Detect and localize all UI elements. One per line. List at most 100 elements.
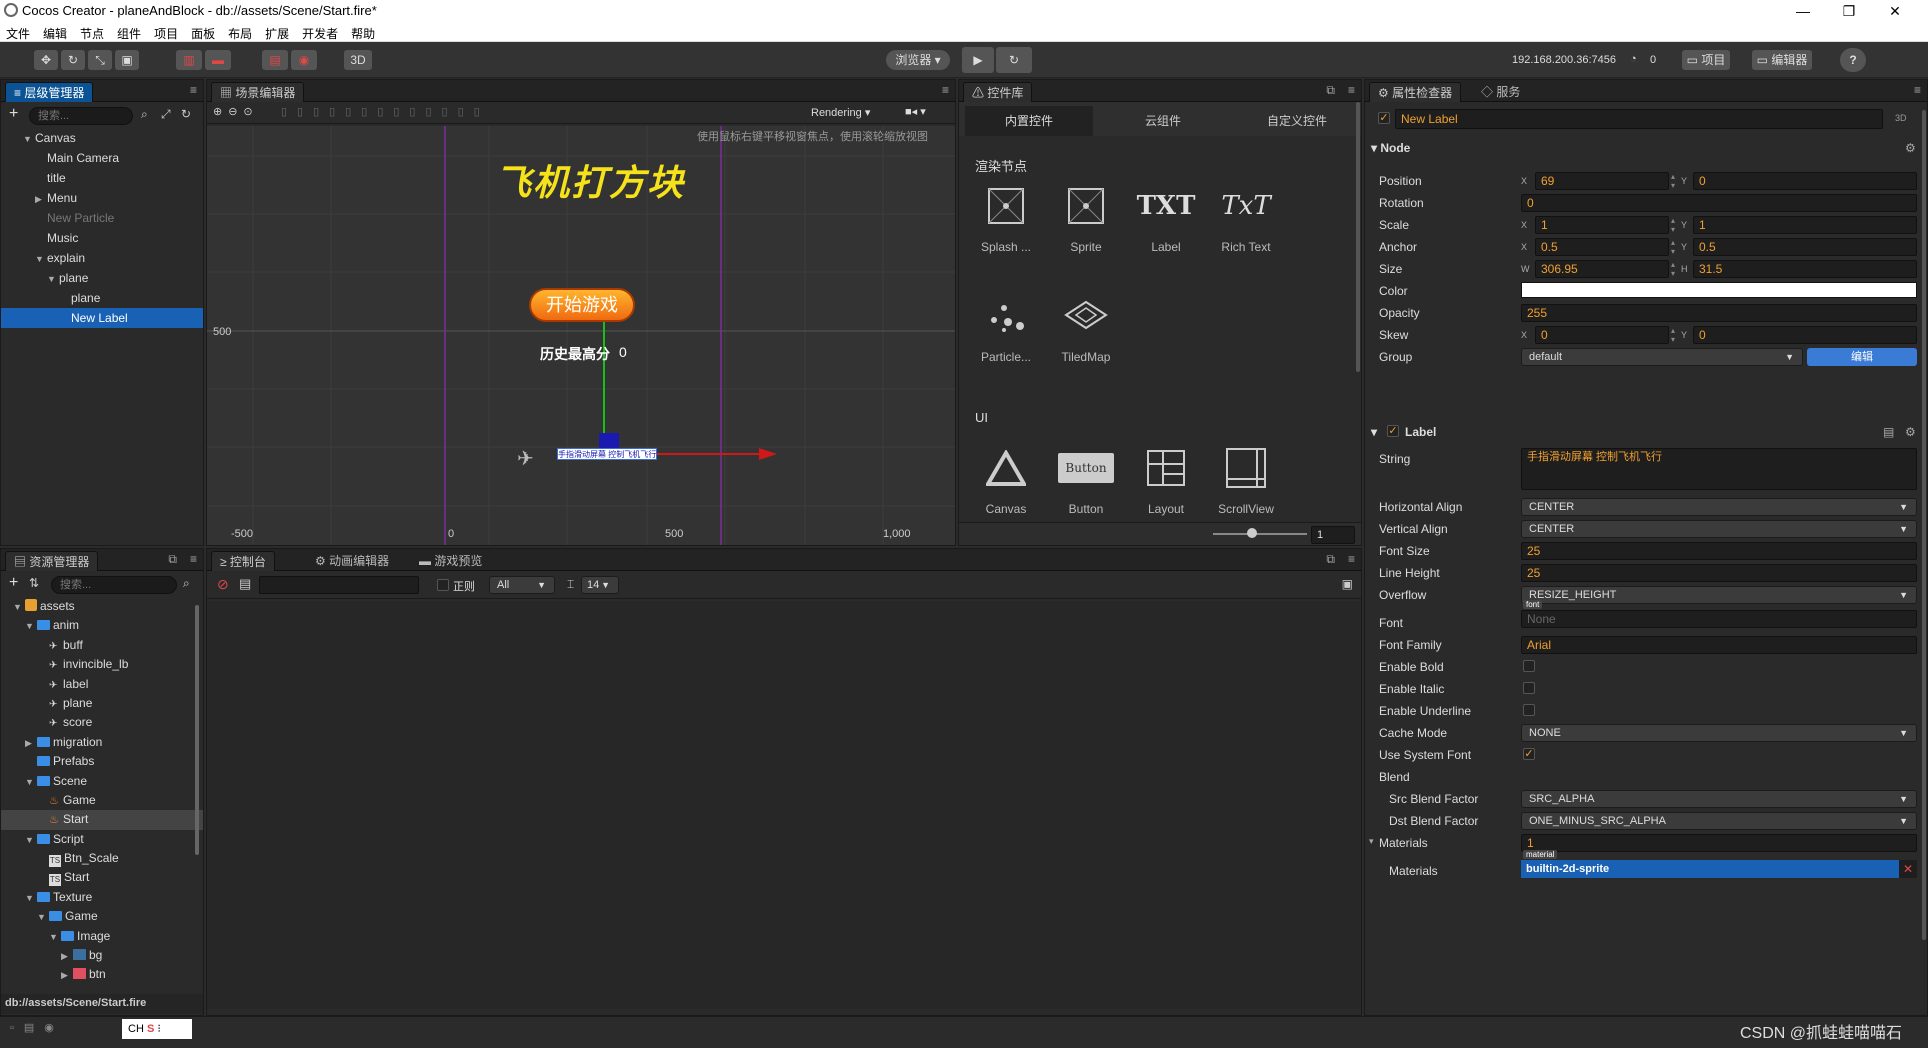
spinner-icon[interactable]: ▴ ▾ bbox=[1671, 238, 1675, 256]
menu-help[interactable]: 帮助 bbox=[345, 22, 382, 42]
asset-item[interactable]: ♨ Start bbox=[1, 810, 203, 830]
zoom-slider-track[interactable] bbox=[1213, 533, 1307, 535]
asset-item[interactable]: ✈ invincible_lb bbox=[1, 655, 203, 674]
materials-arrow-icon[interactable]: ▾ bbox=[1369, 836, 1374, 847]
asset-item[interactable]: ▼ Image bbox=[1, 927, 203, 946]
hierarchy-search-input[interactable]: 搜索... bbox=[29, 107, 133, 125]
tab-game-preview[interactable]: ▬ 游戏预览 bbox=[411, 551, 490, 571]
asset-item[interactable]: ✈ score bbox=[1, 713, 203, 732]
x-arrow-gizmo[interactable] bbox=[759, 448, 777, 460]
search-icon[interactable]: ⌕ bbox=[141, 107, 148, 122]
position-x-input[interactable]: 69 bbox=[1535, 172, 1669, 190]
opacity-input[interactable]: 255 bbox=[1521, 304, 1917, 322]
project-folder-button[interactable]: ▭ 项目 bbox=[1682, 50, 1730, 70]
materials-count-input[interactable]: 1 bbox=[1521, 834, 1917, 852]
expanded-arrow-icon[interactable]: ▼ bbox=[47, 269, 59, 289]
assets-search-input[interactable]: 搜索... bbox=[51, 576, 177, 594]
assets-scrollbar[interactable] bbox=[195, 605, 199, 855]
popout-icon[interactable]: ⧉ bbox=[1326, 552, 1335, 567]
add-node-icon[interactable]: + bbox=[9, 105, 18, 123]
refresh-icon[interactable]: ↻ bbox=[996, 47, 1032, 73]
help-icon[interactable]: ? bbox=[1840, 48, 1866, 72]
hierarchy-node[interactable]: Main Camera bbox=[1, 148, 203, 168]
log-file-icon[interactable]: ▤ bbox=[239, 576, 251, 592]
h_align-select[interactable]: CENTER bbox=[1521, 498, 1917, 516]
hierarchy-node[interactable]: ▼ plane bbox=[1, 268, 203, 288]
size-h-input[interactable]: 31.5 bbox=[1693, 260, 1917, 278]
tab-service[interactable]: ◇ 服务 bbox=[1473, 82, 1528, 102]
panel-menu-icon[interactable]: ≡ bbox=[190, 83, 197, 97]
asset-item[interactable]: ▼ Game bbox=[1, 907, 203, 926]
enable-italic-checkbox[interactable] bbox=[1523, 682, 1535, 694]
tab-assets[interactable]: ▤ 资源管理器 bbox=[5, 551, 99, 571]
expanded-arrow-icon[interactable]: ▼ bbox=[25, 831, 37, 850]
minimize-button[interactable]: — bbox=[1780, 0, 1826, 22]
dst-blend-select[interactable]: ONE_MINUS_SRC_ALPHA bbox=[1521, 812, 1917, 830]
v_align-select[interactable]: CENTER bbox=[1521, 520, 1917, 538]
rect-tool-icon[interactable]: ▣ bbox=[115, 50, 139, 70]
menu-layout[interactable]: 布局 bbox=[222, 22, 259, 42]
play-icon[interactable]: ▶ bbox=[962, 47, 994, 73]
camera-icon[interactable]: ■◂ ▾ bbox=[905, 105, 926, 118]
hierarchy-node[interactable]: plane bbox=[1, 288, 203, 308]
close-button[interactable]: ✕ bbox=[1872, 0, 1918, 22]
asset-item[interactable]: ✈ label bbox=[1, 675, 203, 694]
widget-canvas[interactable]: Canvas bbox=[973, 440, 1039, 522]
enable-bold-checkbox[interactable] bbox=[1523, 660, 1535, 672]
hierarchy-node[interactable]: title bbox=[1, 168, 203, 188]
asset-item[interactable]: ▼ Texture bbox=[1, 888, 203, 907]
collapse-icon[interactable]: ▣ bbox=[1342, 577, 1353, 591]
scale-x-input[interactable]: 1 bbox=[1535, 216, 1669, 234]
asset-item[interactable]: ▶ btn bbox=[1, 965, 203, 981]
skew-y-input[interactable]: 0 bbox=[1693, 326, 1917, 344]
console-filter-input[interactable] bbox=[259, 576, 419, 594]
hierarchy-node[interactable]: ▶ Menu bbox=[1, 188, 203, 208]
asset-item[interactable]: TS Btn_Scale bbox=[1, 849, 203, 868]
doc-icon[interactable]: ▤ bbox=[1883, 425, 1894, 439]
add-asset-icon[interactable]: + bbox=[9, 574, 18, 592]
anchor-x-input[interactable]: 0.5 bbox=[1535, 238, 1669, 256]
font_family-input[interactable]: Arial bbox=[1521, 636, 1917, 654]
widget-button[interactable]: Button Button bbox=[1053, 440, 1119, 522]
align-icons[interactable]: ▯▯▯▯▯▯▯▯▯▯▯▯▯ bbox=[281, 105, 490, 118]
expanded-arrow-icon[interactable]: ▼ bbox=[25, 617, 37, 636]
global-icon[interactable]: ◉ bbox=[291, 50, 317, 70]
zoom-value-input[interactable]: 1 bbox=[1311, 526, 1355, 544]
scene-viewport[interactable]: 使用鼠标右键平移视窗焦点，使用滚轮缩放视图 飞机打方块 开始游戏 历史最高分 0… bbox=[207, 126, 955, 545]
library-scrollbar[interactable] bbox=[1356, 102, 1360, 372]
spinner-icon[interactable]: ▴ ▾ bbox=[1671, 326, 1675, 344]
expanded-arrow-icon[interactable]: ▼ bbox=[25, 889, 37, 908]
menu-edit[interactable]: 编辑 bbox=[37, 22, 74, 42]
hierarchy-node[interactable]: Music bbox=[1, 228, 203, 248]
node-name-input[interactable]: New Label bbox=[1395, 109, 1883, 129]
editor-folder-button[interactable]: ▭ 编辑器 bbox=[1752, 50, 1812, 70]
asset-item[interactable]: ✈ buff bbox=[1, 636, 203, 655]
zoom-icons[interactable]: ⊕⊖⊙ bbox=[213, 105, 259, 118]
menu-component[interactable]: 组件 bbox=[111, 22, 148, 42]
maximize-button[interactable]: ❐ bbox=[1826, 0, 1872, 22]
skew-x-input[interactable]: 0 bbox=[1535, 326, 1669, 344]
snap-icon[interactable]: ▤ bbox=[262, 50, 288, 70]
src-blend-select[interactable]: SRC_ALPHA bbox=[1521, 790, 1917, 808]
widget-scrollview[interactable]: ScrollView bbox=[1213, 440, 1279, 522]
font_size-input[interactable]: 25 bbox=[1521, 542, 1917, 560]
group-select[interactable]: default bbox=[1521, 348, 1803, 366]
panel-menu-icon[interactable]: ≡ bbox=[1348, 552, 1355, 566]
rotation-input[interactable]: 0 bbox=[1521, 194, 1917, 212]
spinner-icon[interactable]: ▴ ▾ bbox=[1671, 216, 1675, 234]
asset-item[interactable]: ✈ plane bbox=[1, 694, 203, 713]
menu-panel[interactable]: 面板 bbox=[185, 22, 222, 42]
move-tool-icon[interactable]: ✥ bbox=[34, 50, 58, 70]
menu-project[interactable]: 项目 bbox=[148, 22, 185, 42]
local-icon[interactable]: ▬ bbox=[205, 50, 231, 70]
tab-console[interactable]: ≥ 控制台 bbox=[211, 551, 275, 571]
tab-animation[interactable]: ⚙ 动画编辑器 bbox=[307, 551, 397, 571]
spinner-icon[interactable]: ▴ ▾ bbox=[1671, 260, 1675, 278]
collapsed-arrow-icon[interactable]: ▶ bbox=[25, 734, 37, 753]
hierarchy-node[interactable]: ▼ explain bbox=[1, 248, 203, 268]
cache_mode-select[interactable]: NONE bbox=[1521, 724, 1917, 742]
node-section-header[interactable]: ▾ Node bbox=[1371, 137, 1923, 159]
label-enabled-checkbox[interactable]: ✓ bbox=[1387, 425, 1399, 437]
sort-icon[interactable]: ⇅ bbox=[29, 576, 39, 590]
material-asset-field[interactable]: builtin-2d-sprite bbox=[1521, 860, 1899, 878]
